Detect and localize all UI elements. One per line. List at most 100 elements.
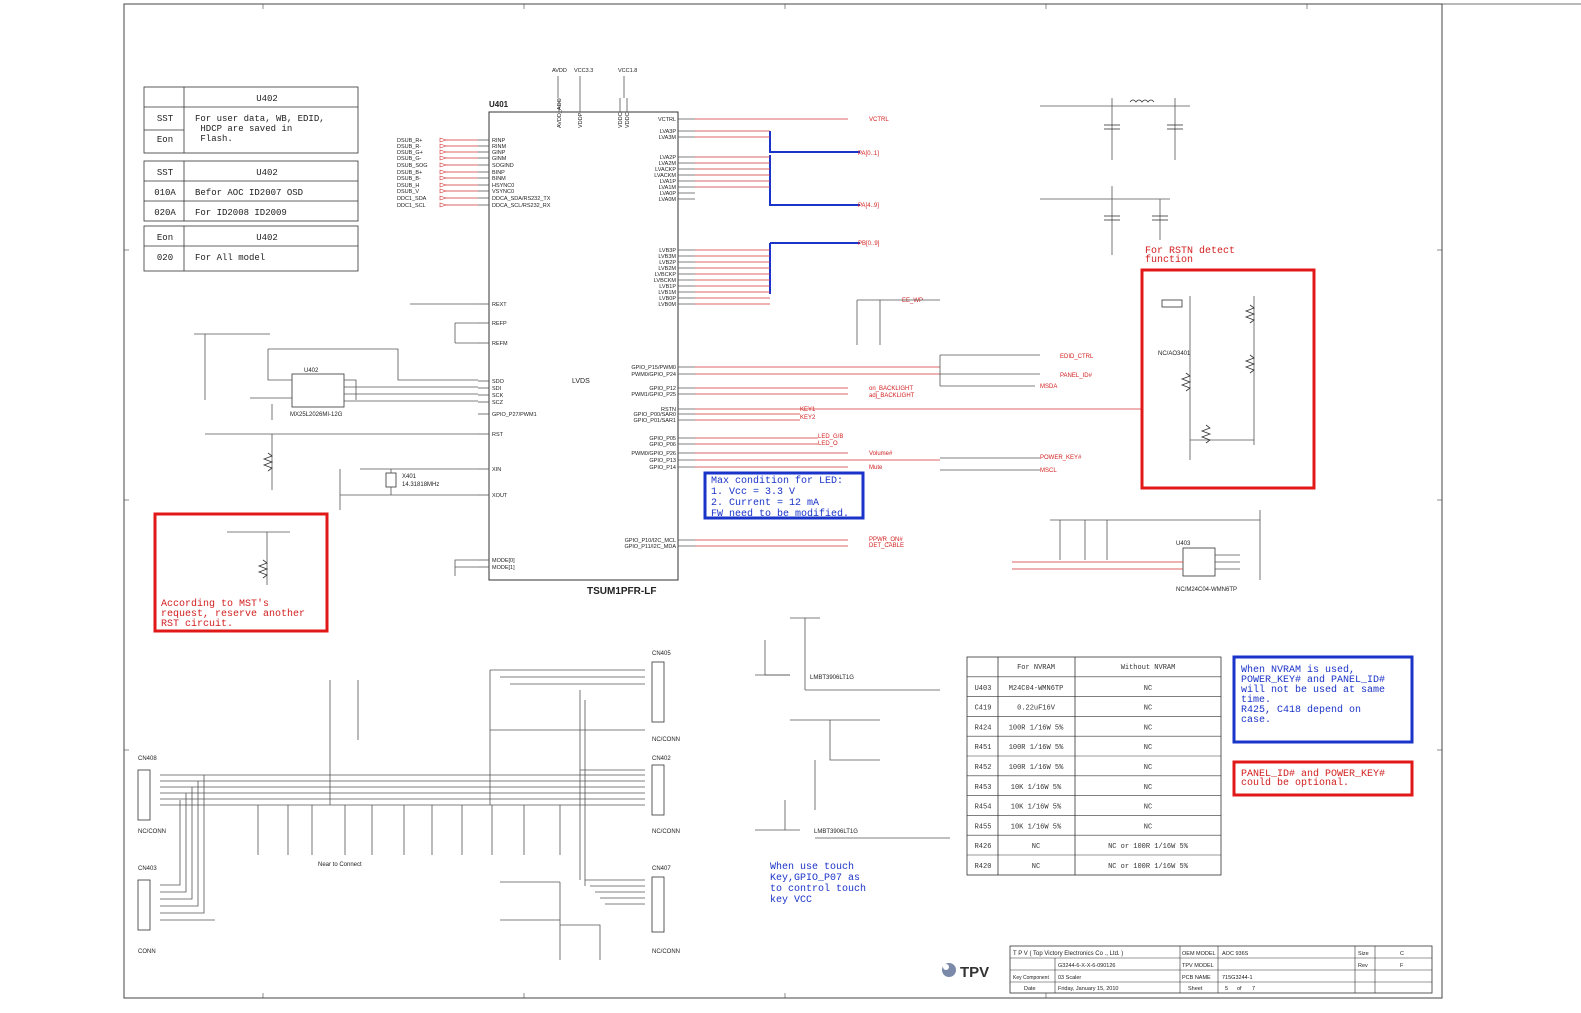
total-sheets: 7 [1252,986,1255,992]
u401-right-pin-label: LVB0M [658,302,676,308]
option-table-cell-desc: For ID2008 ID2009 [195,208,287,218]
x401-value: 14.31818MHz [402,482,439,488]
u402-flash [194,333,478,420]
note-line: 2. Current = 12 mA [711,498,819,509]
u401-power-pin-label: AVDD_ADC [557,98,563,128]
u401-right-pin-label: PWM0/GPIO_P24 [631,372,676,378]
nvram-cell-with: NC [1032,843,1040,851]
u401-left-pin-label: GINM [492,156,507,162]
nvram-cell-with: 100R 1/16W 5% [1009,744,1064,752]
note-line: 1. Vcc = 3.3 V [711,487,795,498]
u401-left-pin-label: REXT [492,302,507,308]
right-net-label: KEY1 [800,407,816,413]
nvram-cell-without: NC [1144,823,1152,831]
pcb-name-value: 715G3244-1 [1222,975,1253,981]
right-net-label: PANEL_ID# [1060,373,1093,379]
u401-left-pin-label: SOGIND [492,163,514,169]
right-net-label: POWER_KEY# [1040,455,1082,461]
nvram-cell-ref: R426 [975,843,992,851]
transistor-drivers [755,617,950,839]
u401-power-pin-label: VDDC [625,112,631,128]
u402-ref: U402 [304,368,319,374]
nvram-cell-without: NC [1144,804,1152,812]
nvram-col-header: Without NVRAM [1121,664,1176,672]
nvram-cell-ref: R452 [975,764,992,772]
supply-label: VCC1.8 [618,68,637,74]
rev-value: F [1400,963,1404,969]
nvram-cell-ref: R454 [975,804,992,812]
option-table-header-b: U402 [256,94,278,104]
tpv-model-label: TPV MODEL [1182,963,1214,969]
u401-left-pin-label: SCZ [492,400,504,406]
drawing-number: G3244-6-X-X-6-090126 [1058,963,1115,969]
oem-model-label: OEM MODEL [1182,951,1216,957]
nvram-cell-ref: R451 [975,744,992,752]
nvram-cell-with: 10K 1/16W 5% [1011,804,1062,812]
nvram-cell-without: NC [1144,685,1152,693]
dsub-net-label: DDC1_SDA [397,196,427,202]
u401-left-pin-label: XOUT [492,493,508,499]
u401-left-pin-label: RST [492,432,504,438]
u401-chip-body [488,111,679,581]
u401-right-pin-label: PWM1/GPIO_P25 [631,392,676,398]
option-table-header-b: U402 [256,233,278,243]
u401-left-pin-label: BINM [492,176,506,182]
u401-right-pin-label: LVA3M [659,135,677,141]
u401-left-pin-label: SCK [492,393,504,399]
keypad-section [160,669,645,960]
nvram-table-text: For NVRAM Without NVRAM U403 M24C04-WMN6TP N… [975,664,1189,871]
u401-right-pin-label: GPIO_P06 [649,442,676,448]
option-table-header-a: SST [157,168,174,178]
nvram-cell-without: NC [1144,705,1152,713]
of-label: of [1237,986,1242,992]
right-net-label: adj_BACKLIGHT [869,393,915,399]
u401-left-pin-label: GPIO_P27/PWM1 [492,412,537,418]
right-net-label: KEY2 [800,415,816,421]
u401-left-pin-label: MODE[1] [492,565,515,571]
option-table-cell-desc: Befor AOC ID2007 OSD [195,188,303,198]
nvram-cell-with: M24C04-WMN6TP [1009,685,1064,693]
nvram-cell-with: NC [1032,863,1040,871]
connector-ref: CN403 [138,866,157,872]
nvram-cell-ref: U403 [975,685,992,693]
u401-right-pin-label: GPIO_P01/SAR1 [634,418,677,424]
u401-right-pin-label: GPIO_P14 [649,465,676,471]
right-net-label: VCTRL [869,117,889,123]
u401-left-pin-label: VSYNC0 [492,189,514,195]
u401-left-pin-label: REFP [492,321,507,327]
nvram-cell-without: NC [1144,784,1152,792]
connector-note: NC/CONN [138,829,166,835]
nvram-cell-with: 100R 1/16W 5% [1009,724,1064,732]
touch-key-note: When use touch Key,GPIO_P07 as to control … [770,861,866,906]
company-name: T P V ( Top Victory Electronics Co ., Lt… [1013,951,1123,957]
oem-model-value: AOC 936S [1222,951,1249,957]
connector-ref: CN402 [652,756,671,762]
u401-left-pin-label: DDCA_SDA/RS232_TX [492,196,551,202]
rev-label: Rev [1358,963,1368,969]
u401-right-pin-label: LVA0M [659,197,677,203]
reset-crystal-circuit [205,303,478,585]
right-net-label: LED_O [818,441,838,447]
u401-left-pin-label: MODE[0] [492,558,515,564]
right-net-label: Mute [869,465,883,471]
nvram-cell-without: NC or 100R 1/16W 5% [1108,863,1189,871]
right-net-label: EDID_CTRL [1060,354,1094,360]
connector-ref: CN407 [652,866,671,872]
connector-ref: CN405 [652,651,671,657]
note-line: key VCC [770,894,812,906]
size-label: Size [1358,951,1369,957]
u401-right-pin-label: VCTRL [658,117,676,123]
option-table-header-a: Eon [157,233,173,243]
nvram-cell-without: NC or 100R 1/16W 5% [1108,843,1189,851]
option-table-cell-desc: For user data, WB, EDID, HDCP are saved … [195,114,325,144]
sheet-value: 5 [1225,986,1228,992]
u401-left-pin-label: REFM [492,341,508,347]
dsub-net-label: DSUB_G- [397,156,422,162]
q403-part: LMBT3906LT1G [810,675,854,681]
option-table-text: U402 SST For user data, WB, EDID, HDCP are… [154,94,325,263]
u401-left-pin-label: DDCA_SCL/RS232_RX [492,203,551,209]
option-table-cell-desc: For All model [195,253,265,263]
tpv-logo-text: TPV [960,964,989,981]
q401-part: NC/AO3401 [1158,351,1191,357]
nvram-col-header: For NVRAM [1017,664,1055,672]
